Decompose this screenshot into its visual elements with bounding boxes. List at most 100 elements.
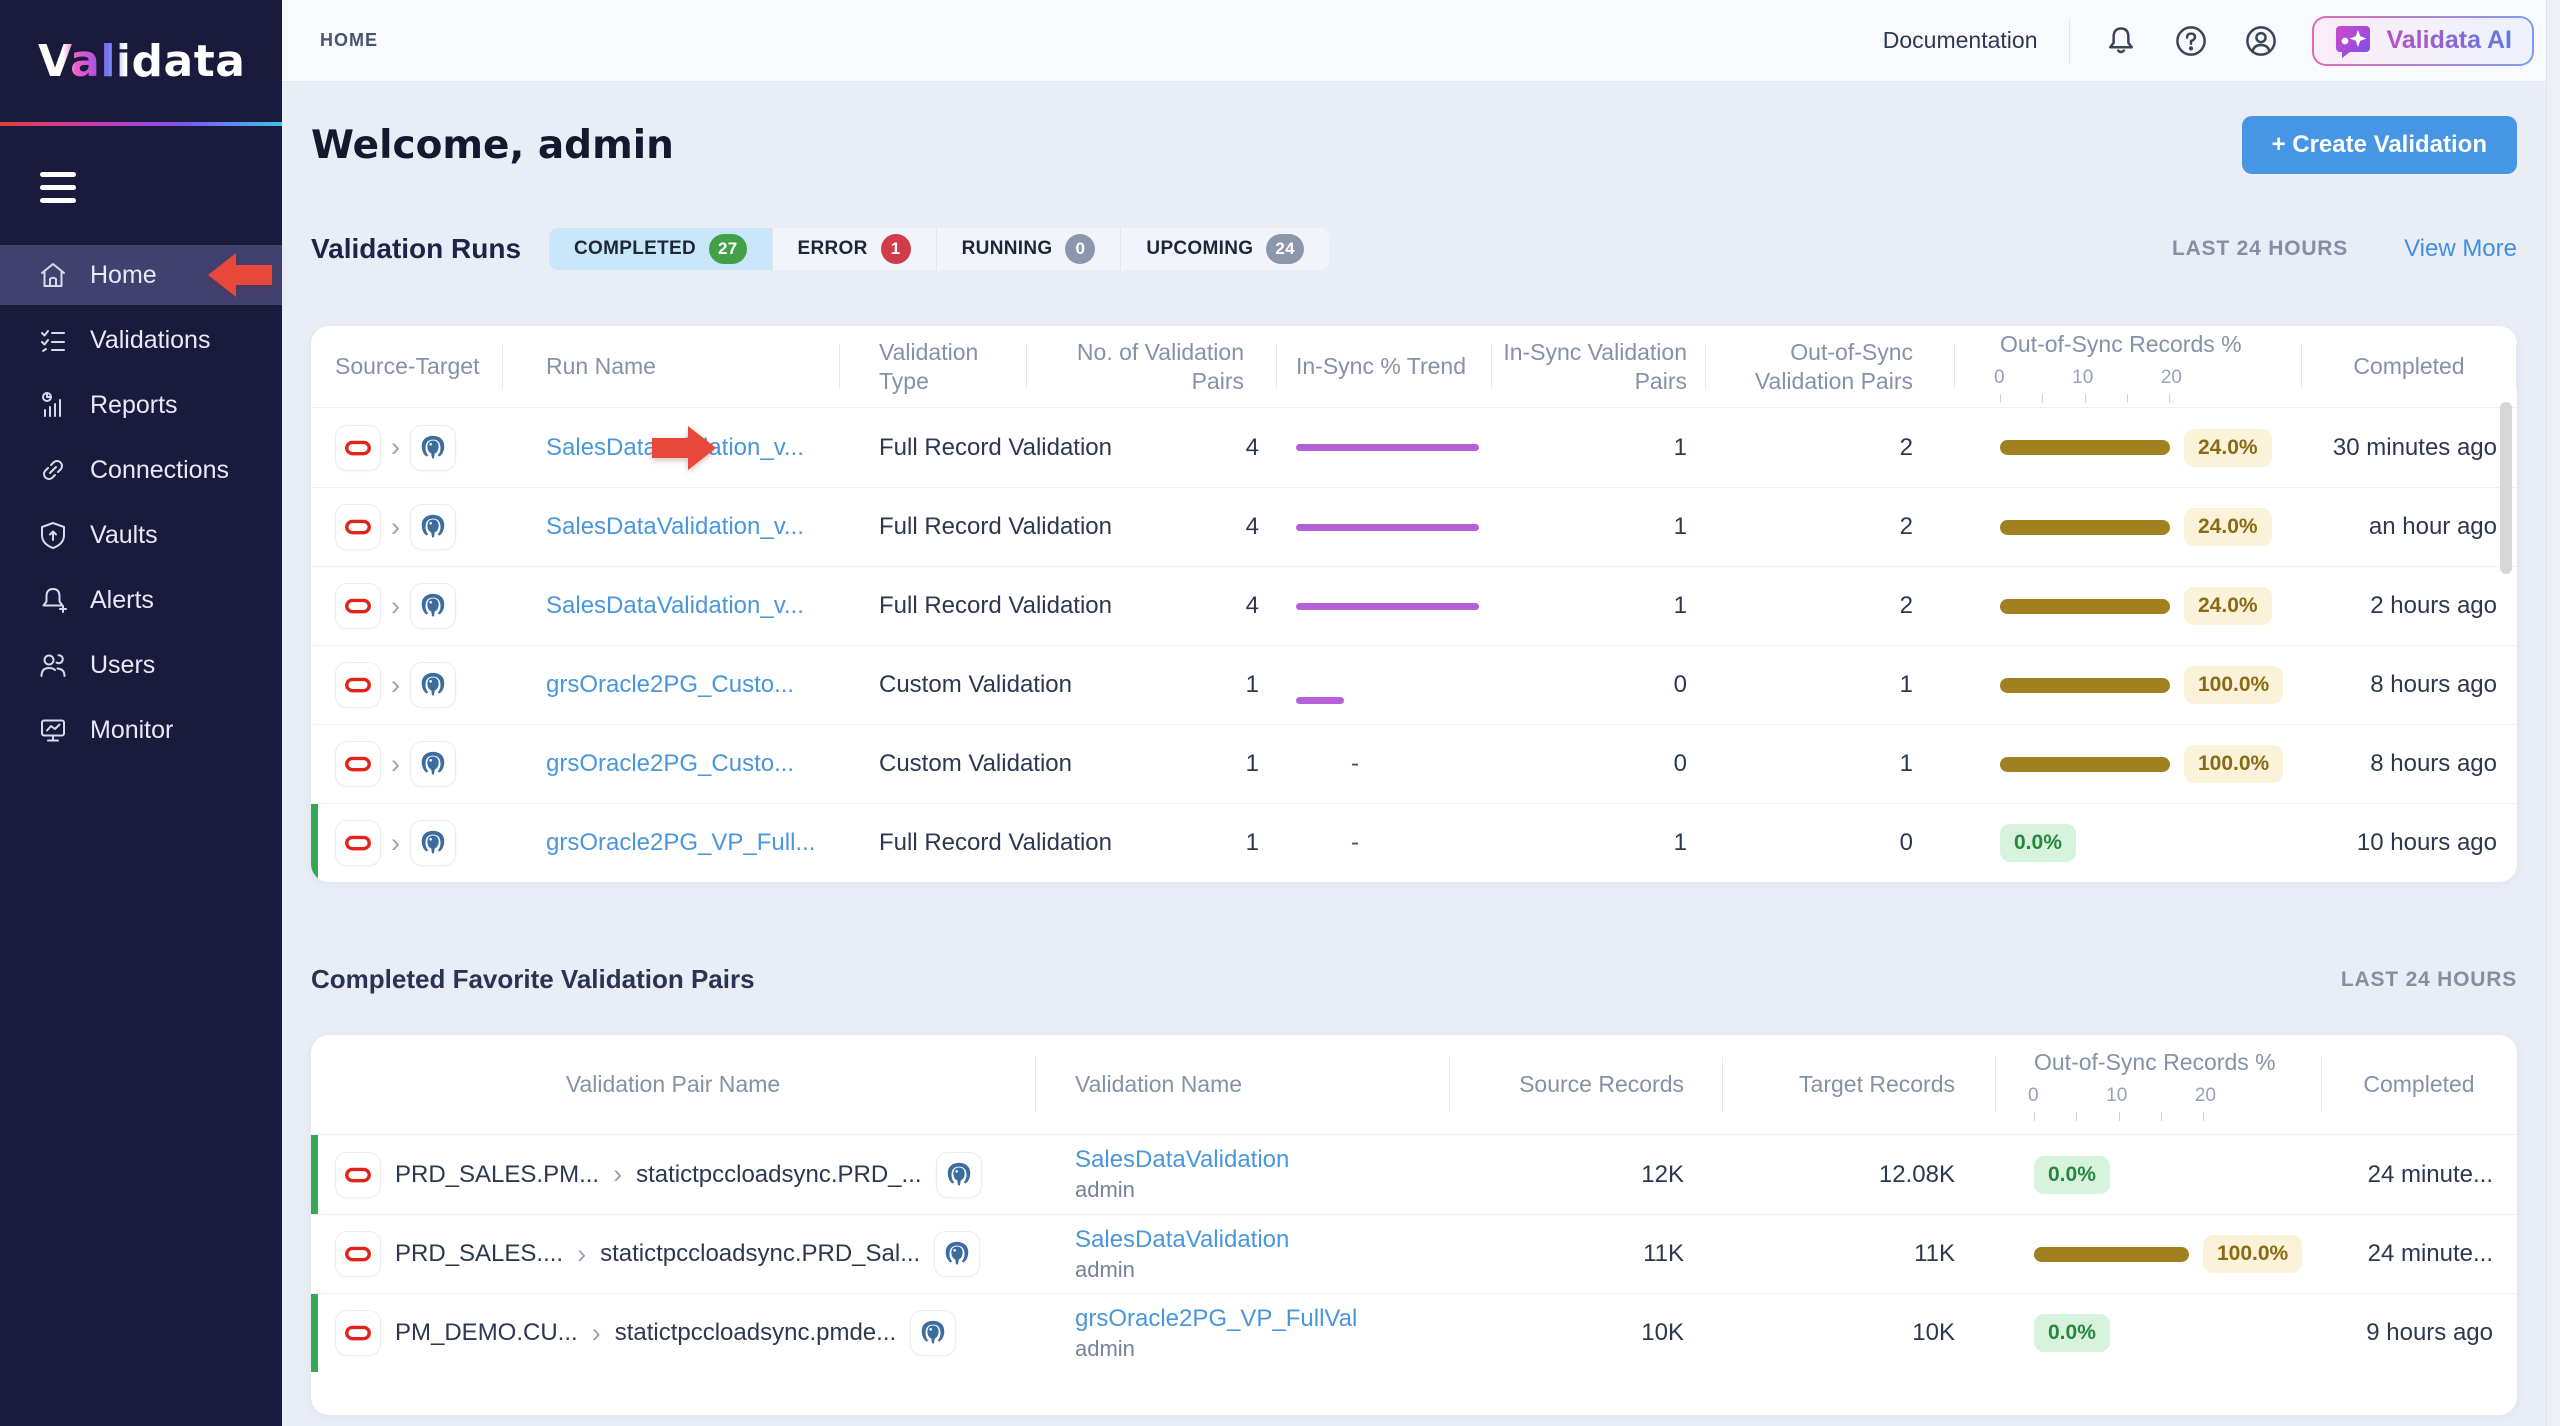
postgresql-icon: [934, 1231, 980, 1277]
runs-table-body: SalesDataValidation_v... Full Record Val…: [311, 408, 2517, 882]
run-name-link[interactable]: grsOracle2PG_VP_Full...: [546, 829, 815, 856]
validation-name-link[interactable]: grsOracle2PG_VP_FullVal: [1075, 1305, 1449, 1333]
table-row[interactable]: grsOracle2PG_VP_Full... Full Record Vali…: [311, 803, 2517, 882]
table-row[interactable]: grsOracle2PG_Custo... Custom Validation …: [311, 645, 2517, 724]
col-target-records: Target Records: [1722, 1035, 1995, 1134]
sidebar-item-label: Users: [90, 651, 155, 680]
validation-name-link[interactable]: SalesDataValidation: [1075, 1146, 1449, 1174]
tab-label: ERROR: [798, 238, 868, 260]
run-status-tabs: COMPLETED 27 ERROR 1 RUNNING 0 UPCOMING …: [549, 228, 1329, 270]
table-row[interactable]: SalesDataValidation_v... Full Record Val…: [311, 408, 2517, 487]
target-records-cell: 12.08K: [1722, 1161, 1995, 1189]
trend-sparkline: [1296, 697, 1344, 704]
chevron-right-icon[interactable]: [391, 672, 400, 699]
col-run-name: Run Name: [502, 326, 839, 407]
ai-chat-bubble-icon: [2334, 22, 2372, 60]
source-records-cell: 12K: [1449, 1161, 1722, 1189]
run-name-cell: grsOracle2PG_VP_Full...: [502, 829, 839, 857]
completed-count-badge: 27: [709, 234, 747, 264]
oos-axis-labels: 01020: [1994, 366, 2182, 390]
chevron-right-icon[interactable]: [391, 434, 400, 461]
sidebar-item-connections[interactable]: Connections: [0, 440, 282, 500]
sidebar-item-validations[interactable]: Validations: [0, 310, 282, 370]
table-row[interactable]: PRD_SALES.PM... statictpccloadsync.PRD_.…: [311, 1135, 2517, 1214]
sidebar-item-home[interactable]: Home: [0, 245, 282, 305]
chevron-right-icon: [592, 1320, 601, 1347]
table-row[interactable]: grsOracle2PG_Custo... Custom Validation …: [311, 724, 2517, 803]
tab-upcoming[interactable]: UPCOMING 24: [1120, 228, 1328, 270]
sidebar-item-alerts[interactable]: Alerts: [0, 570, 282, 630]
row-success-edge: [311, 1294, 318, 1372]
outofsync-pct-badge: 0.0%: [2034, 1156, 2110, 1194]
validation-name-link[interactable]: SalesDataValidation: [1075, 1226, 1449, 1254]
outofsync-pairs-cell: 2: [1705, 513, 1954, 541]
chevron-right-icon: [577, 1241, 586, 1268]
home-icon: [38, 260, 68, 290]
sidebar: Validata Home Validations Reports Connec…: [0, 0, 282, 1426]
oracle-icon: [335, 1310, 381, 1356]
chevron-right-icon[interactable]: [391, 593, 400, 620]
help-icon[interactable]: [2172, 22, 2210, 60]
trend-sparkline: [1296, 603, 1479, 610]
shield-icon: [38, 520, 68, 550]
chevron-right-icon[interactable]: [391, 830, 400, 857]
tab-completed[interactable]: COMPLETED 27: [549, 228, 772, 270]
run-name-link[interactable]: grsOracle2PG_Custo...: [546, 671, 794, 698]
outofsync-pairs-cell: 2: [1705, 592, 1954, 620]
sidebar-item-vaults[interactable]: Vaults: [0, 505, 282, 565]
documentation-link[interactable]: Documentation: [1883, 27, 2038, 54]
favorites-table-header: Validation Pair Name Validation Name Sou…: [311, 1035, 2517, 1135]
page-content: Welcome, admin + Create Validation Valid…: [282, 82, 2560, 1426]
validata-ai-label: Validata AI: [2386, 26, 2512, 55]
col-no-of-pairs: No. of Validation Pairs: [1026, 326, 1276, 407]
home-annotation-arrow: [208, 253, 272, 297]
sidebar-item-label: Home: [90, 261, 157, 290]
breadcrumb[interactable]: HOME: [320, 30, 378, 51]
sidebar-item-label: Alerts: [90, 586, 154, 615]
table-row[interactable]: PM_DEMO.CU... statictpccloadsync.pmde...…: [311, 1293, 2517, 1372]
app-logo-text: Validata: [38, 36, 245, 87]
view-more-link[interactable]: View More: [2404, 235, 2517, 263]
table-scrollbar-thumb[interactable]: [2500, 402, 2512, 574]
run-name-link[interactable]: SalesDataValidation_v...: [546, 592, 804, 619]
tab-error[interactable]: ERROR 1: [772, 228, 936, 270]
insync-pairs-cell: 1: [1491, 513, 1705, 541]
table-row[interactable]: SalesDataValidation_v... Full Record Val…: [311, 566, 2517, 645]
outofsync-pct-badge: 24.0%: [2184, 429, 2272, 467]
hamburger-menu-icon[interactable]: [40, 172, 282, 203]
chevron-right-icon[interactable]: [391, 751, 400, 778]
upcoming-count-badge: 24: [1266, 234, 1304, 264]
outofsync-pct-badge: 100.0%: [2184, 666, 2283, 704]
account-icon[interactable]: [2242, 22, 2280, 60]
validation-type-cell: Custom Validation: [839, 750, 1026, 778]
insync-trend-cell: -: [1276, 804, 1491, 882]
validation-pair-cell: PM_DEMO.CU... statictpccloadsync.pmde...: [311, 1310, 1035, 1356]
source-target-cell: [311, 741, 502, 787]
table-row[interactable]: PRD_SALES.... statictpccloadsync.PRD_Sal…: [311, 1214, 2517, 1293]
sidebar-item-reports[interactable]: Reports: [0, 375, 282, 435]
chevron-right-icon[interactable]: [391, 514, 400, 541]
notification-bell-icon[interactable]: [2102, 22, 2140, 60]
running-count-badge: 0: [1065, 234, 1095, 264]
outofsync-bar: [2000, 757, 2170, 772]
sidebar-item-users[interactable]: Users: [0, 635, 282, 695]
postgresql-icon: [936, 1152, 982, 1198]
source-target-cell: [311, 662, 502, 708]
tab-running[interactable]: RUNNING 0: [936, 228, 1121, 270]
completed-cell: 24 minute...: [2321, 1240, 2517, 1268]
sidebar-item-monitor[interactable]: Monitor: [0, 700, 282, 760]
run-name-link[interactable]: SalesDataValidation_v...: [546, 513, 804, 540]
trend-sparkline: [1296, 444, 1479, 451]
error-count-badge: 1: [881, 234, 911, 264]
window-scrollbar[interactable]: [2546, 0, 2560, 1426]
run-name-link[interactable]: grsOracle2PG_Custo...: [546, 750, 794, 777]
postgresql-icon: [410, 583, 456, 629]
table-row[interactable]: SalesDataValidation_v... Full Record Val…: [311, 487, 2517, 566]
validation-owner: admin: [1075, 1336, 1449, 1362]
validation-type-cell: Full Record Validation: [839, 829, 1026, 857]
run-name-cell: SalesDataValidation_v...: [502, 513, 839, 541]
oos-axis-ticks: [2034, 1112, 2204, 1121]
validation-pair-cell: PRD_SALES.PM... statictpccloadsync.PRD_.…: [311, 1152, 1035, 1198]
validata-ai-button[interactable]: Validata AI: [2312, 16, 2534, 66]
create-validation-button[interactable]: + Create Validation: [2242, 116, 2517, 174]
